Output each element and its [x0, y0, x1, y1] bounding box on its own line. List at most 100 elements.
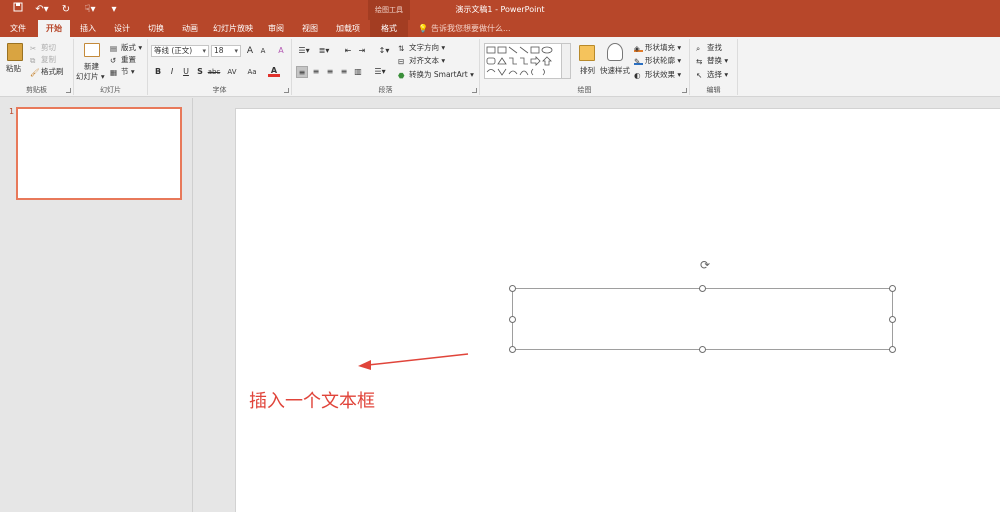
- bold-button[interactable]: B: [152, 66, 164, 78]
- columns-icon[interactable]: ▥: [352, 66, 364, 78]
- grow-font-button[interactable]: A: [244, 45, 256, 57]
- save-icon[interactable]: [8, 2, 28, 18]
- tab-animations[interactable]: 动画: [176, 20, 204, 37]
- copy-icon: ⧉: [30, 56, 36, 65]
- shrink-font-button[interactable]: A: [257, 45, 269, 57]
- resize-handle-bottom-center[interactable]: [699, 346, 706, 353]
- annotation-text: 插入一个文本框: [249, 391, 375, 412]
- align-left-icon[interactable]: ≡: [296, 66, 308, 78]
- reset-button[interactable]: ↺ 重置: [110, 54, 136, 65]
- underline-button[interactable]: U: [180, 66, 192, 78]
- cut-button[interactable]: ✂ 剪切: [30, 42, 56, 53]
- customize-qat-icon[interactable]: ▾: [104, 2, 124, 18]
- slide-thumbnail[interactable]: [16, 107, 182, 200]
- paste-button[interactable]: 粘贴: [6, 63, 21, 74]
- convert-smartart-button[interactable]: ⬣ 转换为 SmartArt ▾: [398, 69, 474, 80]
- resize-handle-middle-right[interactable]: [889, 316, 896, 323]
- paste-icon[interactable]: [7, 43, 23, 61]
- shape-outline-button[interactable]: ✎ 形状轮廓 ▾: [634, 55, 681, 66]
- format-painter-button[interactable]: 🖌格式刷: [30, 66, 64, 77]
- increase-indent-icon[interactable]: ⇥: [356, 45, 368, 57]
- replace-button[interactable]: ⇆ 替换 ▾: [696, 55, 728, 66]
- numbering-icon[interactable]: ≣▾: [316, 45, 332, 57]
- tab-transitions[interactable]: 切换: [142, 20, 170, 37]
- quick-styles-icon[interactable]: [607, 43, 623, 61]
- shapes-gallery-icons: [486, 46, 553, 76]
- slide-canvas[interactable]: ⟳ 插入一个文本框: [235, 108, 1000, 512]
- undo-icon[interactable]: ↶▾: [32, 2, 52, 18]
- paragraph-spacing-icon[interactable]: ☰▾: [372, 66, 388, 78]
- new-slide-icon[interactable]: [84, 43, 100, 57]
- find-button[interactable]: ⌕ 查找: [696, 42, 722, 53]
- quick-styles-button[interactable]: 快速样式: [600, 65, 630, 76]
- font-size-combo[interactable]: 18: [211, 45, 241, 57]
- annotation-arrow-icon: [358, 353, 469, 370]
- pencil-icon: ✎: [634, 56, 643, 66]
- justify-icon[interactable]: ≡: [338, 66, 350, 78]
- tab-slideshow[interactable]: 幻灯片放映: [210, 20, 256, 37]
- tell-me-box[interactable]: 💡 告诉我您想要做什么...: [418, 20, 511, 37]
- resize-handle-top-center[interactable]: [699, 285, 706, 292]
- shape-fill-button[interactable]: ◈ 形状填充 ▾: [634, 42, 681, 53]
- arrange-icon[interactable]: [579, 45, 595, 61]
- drawing-tools-context-label: 绘图工具: [368, 0, 410, 20]
- resize-handle-bottom-right[interactable]: [889, 346, 896, 353]
- ribbon-tabs: 文件 开始 插入 设计 切换 动画 幻灯片放映 审阅 视图 加载项 格式 💡 告诉…: [0, 20, 1000, 37]
- new-slide-button-line2[interactable]: 幻灯片 ▾: [76, 71, 105, 82]
- align-right-icon[interactable]: ≡: [324, 66, 336, 78]
- change-case-button[interactable]: Aa: [244, 66, 260, 78]
- clipboard-launcher-icon[interactable]: [66, 88, 71, 93]
- tab-file[interactable]: 文件: [4, 20, 32, 37]
- resize-handle-middle-left[interactable]: [509, 316, 516, 323]
- decrease-indent-icon[interactable]: ⇤: [342, 45, 354, 57]
- redo-icon[interactable]: ↻: [56, 2, 76, 18]
- align-text-icon: ⊟: [398, 57, 405, 66]
- shadow-button[interactable]: S: [194, 66, 206, 78]
- tab-home[interactable]: 开始: [38, 20, 70, 37]
- resize-handle-top-left[interactable]: [509, 285, 516, 292]
- section-icon: ▦: [110, 68, 118, 77]
- clipboard-group: 粘贴 ✂ 剪切 ⧉ 复制 🖌格式刷 剪贴板: [0, 39, 74, 95]
- clear-formatting-button[interactable]: A: [275, 45, 287, 57]
- font-color-button[interactable]: A: [268, 65, 280, 77]
- italic-button[interactable]: I: [166, 66, 178, 78]
- tab-review[interactable]: 审阅: [262, 20, 290, 37]
- line-spacing-icon[interactable]: ↕▾: [376, 45, 392, 57]
- font-group: 等线 (正文) 18 A A A B I U S abc AV Aa A 字体: [148, 39, 292, 95]
- paragraph-group: ☰▾ ≣▾ ⇤ ⇥ ↕▾ ≡ ≡ ≡ ≡ ▥ ☰▾ ⇅ 文字方向 ▾ ⊟ 对齐文本 …: [292, 39, 480, 95]
- align-center-icon[interactable]: ≡: [310, 66, 322, 78]
- tab-insert[interactable]: 插入: [74, 20, 102, 37]
- paragraph-launcher-icon[interactable]: [472, 88, 477, 93]
- touch-mode-icon[interactable]: ☟▾: [80, 2, 100, 18]
- drawing-launcher-icon[interactable]: [682, 88, 687, 93]
- copy-button[interactable]: ⧉ 复制: [30, 54, 56, 65]
- thumbnail-number: 1: [9, 107, 15, 116]
- shape-effects-button[interactable]: ◐ 形状效果 ▾: [634, 69, 681, 80]
- resize-handle-top-right[interactable]: [889, 285, 896, 292]
- shapes-gallery[interactable]: [484, 43, 562, 79]
- tab-format[interactable]: 格式: [370, 20, 408, 37]
- tab-addins[interactable]: 加载项: [330, 20, 366, 37]
- character-spacing-button[interactable]: AV: [224, 66, 240, 78]
- text-box[interactable]: ⟳: [509, 259, 896, 353]
- strikethrough-button[interactable]: abc: [206, 66, 222, 78]
- resize-handle-bottom-left[interactable]: [509, 346, 516, 353]
- shapes-scroll-icon[interactable]: [562, 43, 571, 79]
- font-name-combo[interactable]: 等线 (正文): [151, 45, 209, 57]
- tab-design[interactable]: 设计: [108, 20, 136, 37]
- bullets-icon[interactable]: ☰▾: [296, 45, 312, 57]
- title-bar: ↶▾ ↻ ☟▾ ▾ 绘图工具 演示文稿1 - PowerPoint: [0, 0, 1000, 20]
- arrange-button[interactable]: 排列: [580, 65, 595, 76]
- tab-view[interactable]: 视图: [296, 20, 324, 37]
- lightbulb-icon: 💡: [418, 24, 428, 33]
- replace-icon: ⇆: [696, 57, 703, 66]
- select-button[interactable]: ↖ 选择 ▾: [696, 69, 728, 80]
- font-launcher-icon[interactable]: [284, 88, 289, 93]
- section-button[interactable]: ▦ 节 ▾: [110, 66, 135, 77]
- layout-button[interactable]: ▤ 版式 ▾: [110, 42, 142, 53]
- slide-thumbnails-pane: 1: [0, 98, 193, 512]
- align-text-button[interactable]: ⊟ 对齐文本 ▾: [398, 55, 445, 66]
- rotate-handle-icon[interactable]: ⟳: [699, 259, 711, 271]
- slide-editor: ⟳ 插入一个文本框: [194, 98, 1000, 512]
- text-direction-button[interactable]: ⇅ 文字方向 ▾: [398, 42, 445, 53]
